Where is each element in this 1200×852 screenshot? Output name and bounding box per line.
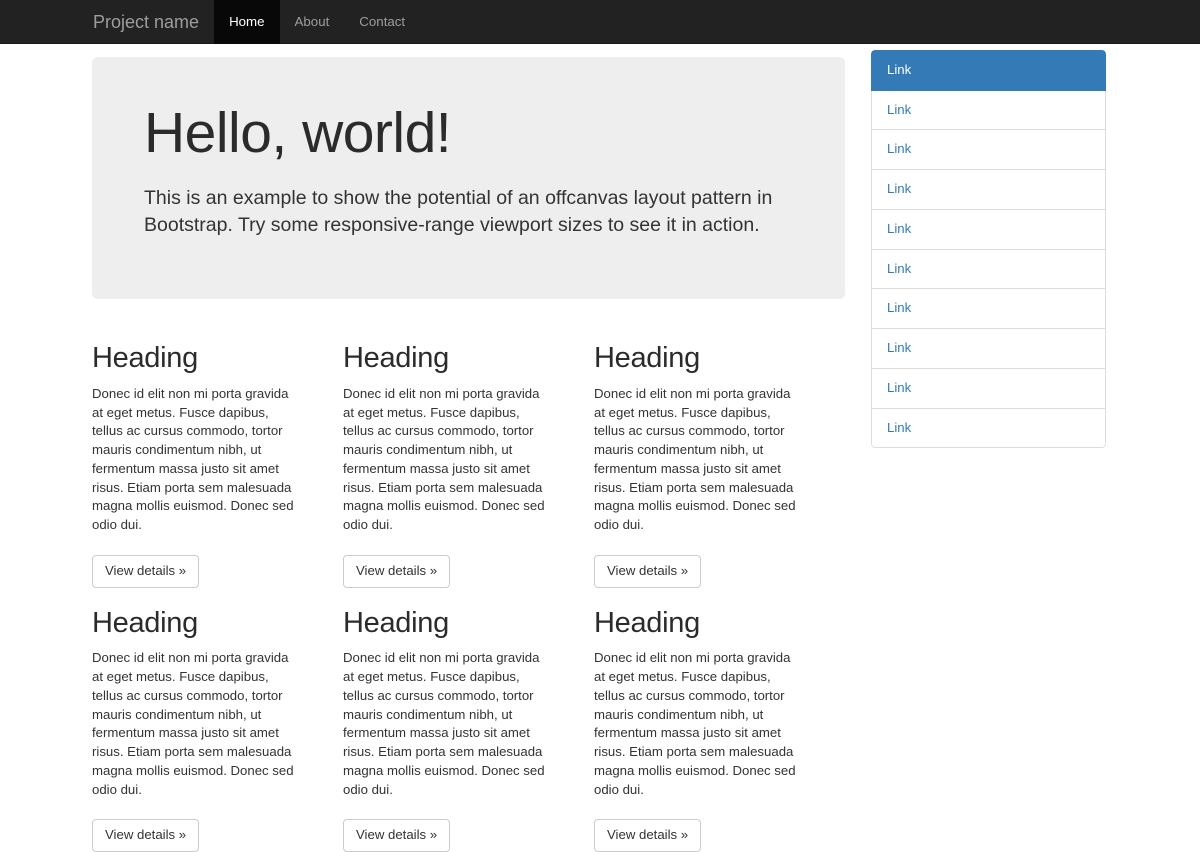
nav-item-contact[interactable]: Contact (344, 0, 420, 44)
column-body-text: Donec id elit non mi porta gravida at eg… (92, 385, 302, 535)
nav-item-home[interactable]: Home (214, 0, 279, 44)
content-column: Heading Donec id elit non mi porta gravi… (92, 323, 343, 588)
view-details-button[interactable]: View details » (343, 819, 450, 852)
sidebar-item-3[interactable]: Link (871, 130, 1106, 170)
content-column: Heading Donec id elit non mi porta gravi… (594, 588, 845, 852)
sidebar-item-7[interactable]: Link (871, 289, 1106, 329)
sidebar-item-4[interactable]: Link (871, 170, 1106, 210)
content-row-2: Heading Donec id elit non mi porta gravi… (92, 588, 845, 852)
view-details-button[interactable]: View details » (92, 555, 199, 588)
top-navbar: Project name Home About Contact (0, 0, 1200, 44)
nav-link-about[interactable]: About (280, 0, 345, 44)
content-column: Heading Donec id elit non mi porta gravi… (594, 323, 845, 588)
sidebar-item-9[interactable]: Link (871, 369, 1106, 409)
nav-item-about[interactable]: About (280, 0, 345, 44)
sidebar-item-2[interactable]: Link (871, 91, 1106, 131)
column-heading: Heading (92, 608, 302, 640)
sidebar-item-1[interactable]: Link (871, 50, 1106, 91)
nav-link-home[interactable]: Home (214, 0, 279, 44)
sidebar-item-6[interactable]: Link (871, 250, 1106, 290)
column-body-text: Donec id elit non mi porta gravida at eg… (343, 385, 553, 535)
column-body-text: Donec id elit non mi porta gravida at eg… (92, 649, 302, 799)
sidebar-item-5[interactable]: Link (871, 210, 1106, 250)
view-details-button[interactable]: View details » (92, 819, 199, 852)
column-heading: Heading (343, 343, 553, 375)
column-heading: Heading (343, 608, 553, 640)
view-details-button[interactable]: View details » (594, 819, 701, 852)
sidebar-item-10[interactable]: Link (871, 409, 1106, 449)
content-column: Heading Donec id elit non mi porta gravi… (343, 323, 594, 588)
jumbotron-text: This is an example to show the potential… (144, 185, 784, 240)
page-body: Hello, world! This is an example to show… (0, 44, 1200, 618)
content-row-1: Heading Donec id elit non mi porta gravi… (92, 323, 845, 588)
view-details-button[interactable]: View details » (343, 555, 450, 588)
view-details-button[interactable]: View details » (594, 555, 701, 588)
column-body-text: Donec id elit non mi porta gravida at eg… (594, 649, 804, 799)
column-heading: Heading (594, 343, 804, 375)
sidebar-item-8[interactable]: Link (871, 329, 1106, 369)
column-body-text: Donec id elit non mi porta gravida at eg… (343, 649, 553, 799)
jumbotron-heading: Hello, world! (144, 102, 793, 165)
column-heading: Heading (92, 343, 302, 375)
nav-link-contact[interactable]: Contact (344, 0, 420, 44)
jumbotron: Hello, world! This is an example to show… (92, 57, 845, 299)
navbar-brand[interactable]: Project name (78, 0, 214, 44)
navbar-inner: Project name Home About Contact (78, 0, 420, 44)
sidebar-list-group: Link Link Link Link Link Link Link Link … (871, 50, 1106, 448)
navbar-nav: Home About Contact (214, 0, 420, 44)
content-column: Heading Donec id elit non mi porta gravi… (92, 588, 343, 852)
content-rows: Heading Donec id elit non mi porta gravi… (92, 323, 845, 852)
column-body-text: Donec id elit non mi porta gravida at eg… (594, 385, 804, 535)
content-column: Heading Donec id elit non mi porta gravi… (343, 588, 594, 852)
column-heading: Heading (594, 608, 804, 640)
